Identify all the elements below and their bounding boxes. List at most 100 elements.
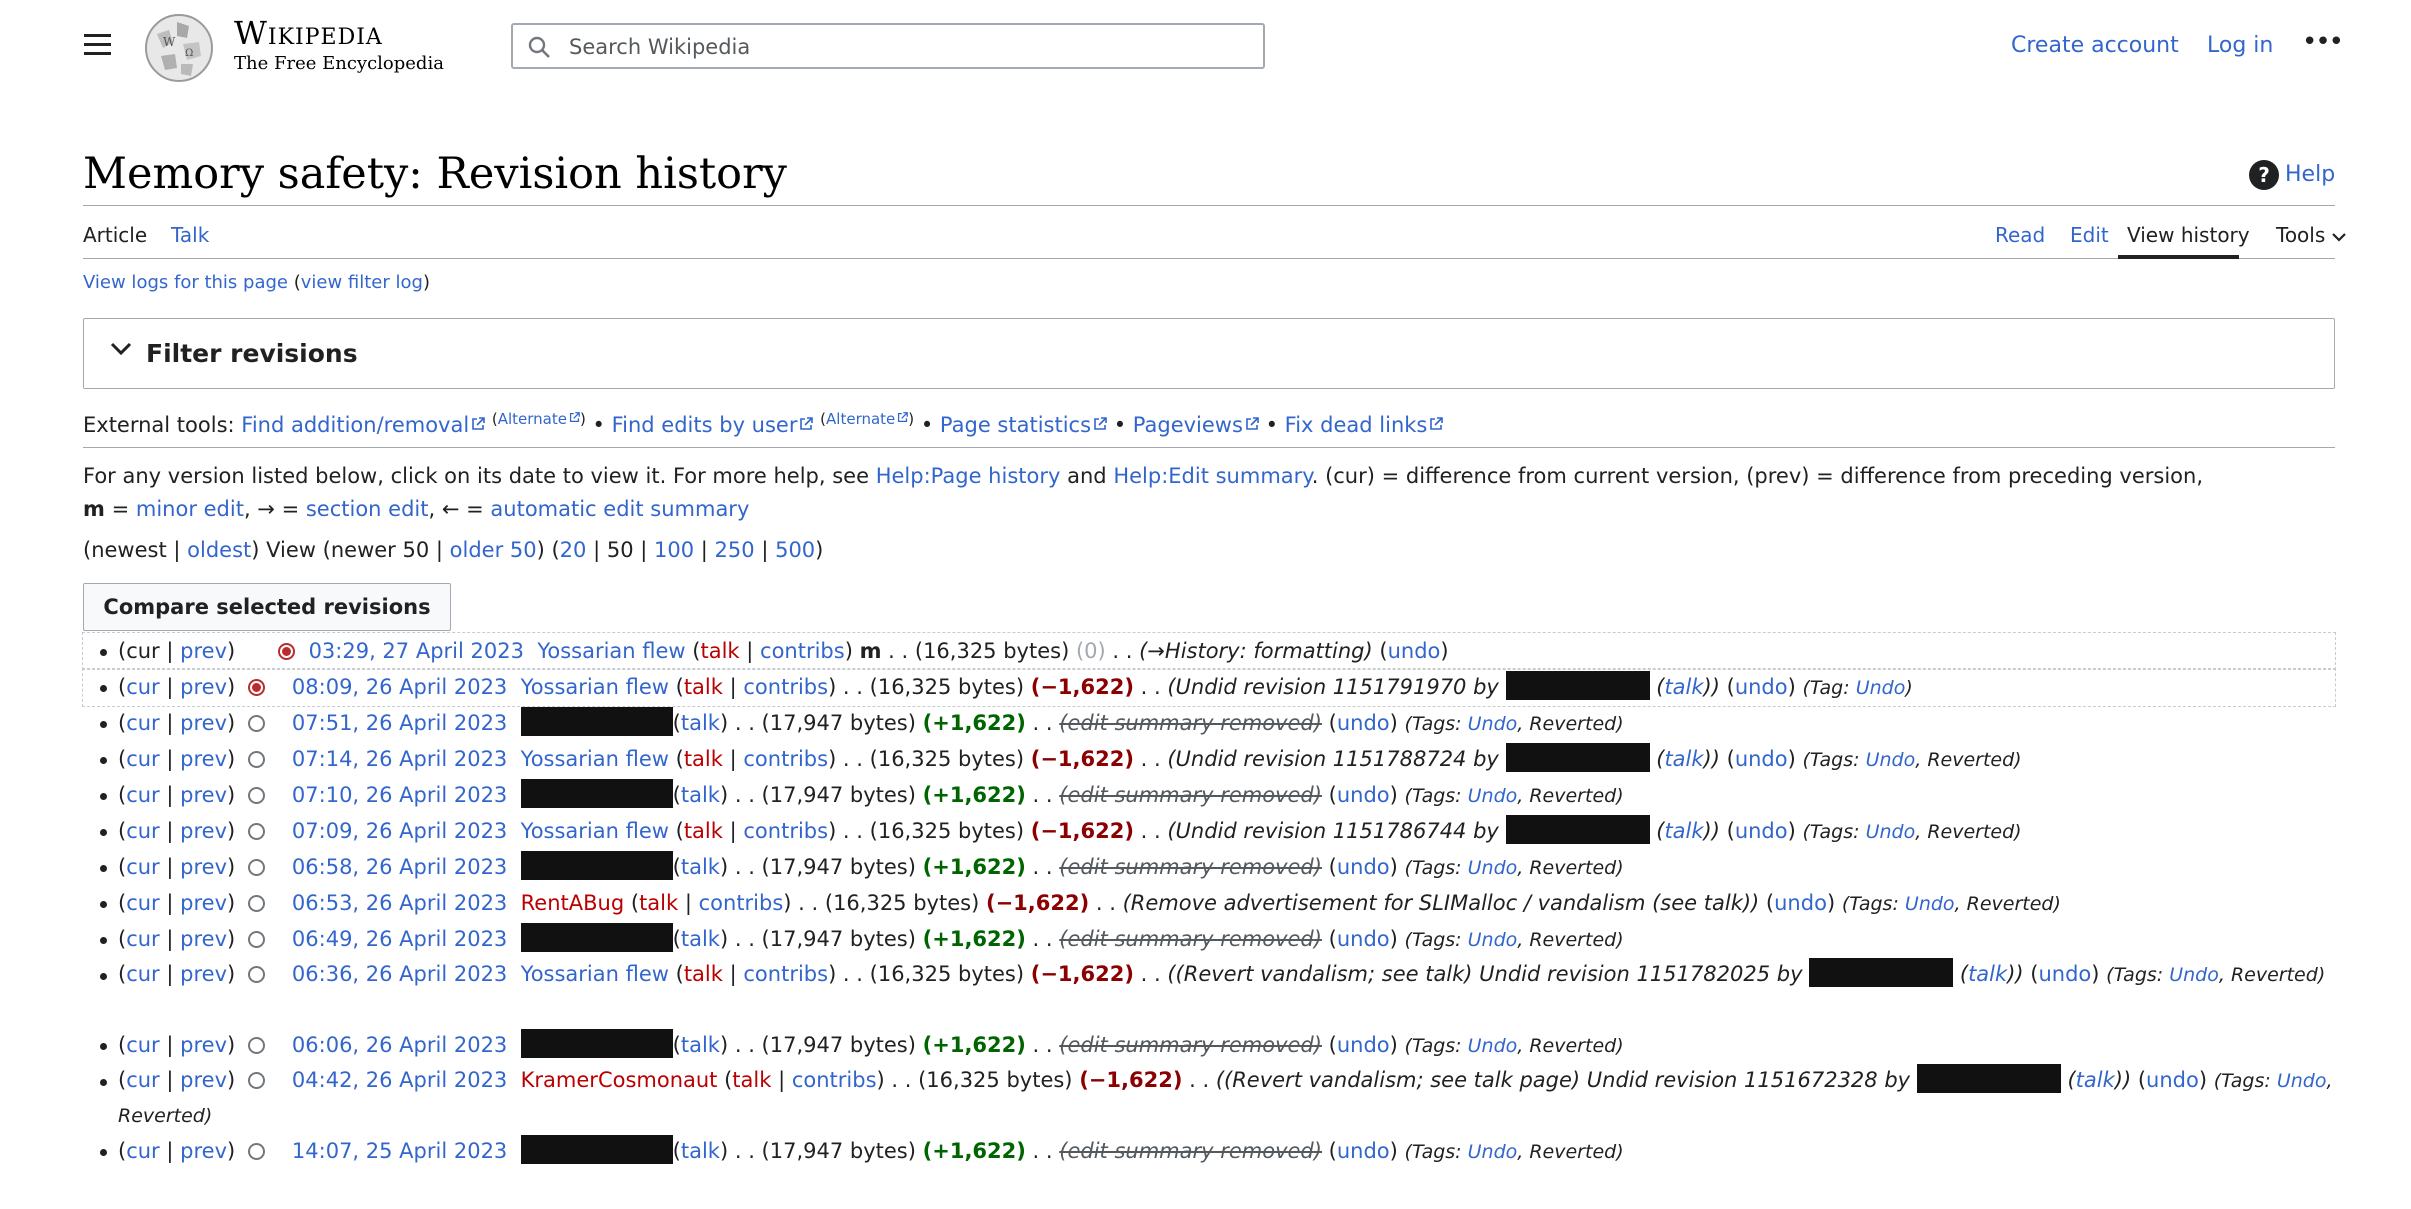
- old-revision-radio[interactable]: [247, 966, 265, 983]
- revision-date-link[interactable]: 06:36, 26 April 2023: [292, 962, 507, 986]
- old-revision-radio[interactable]: [247, 823, 265, 840]
- undo-link[interactable]: undo: [1337, 1033, 1390, 1057]
- compare-selected-revisions-button[interactable]: Compare selected revisions: [83, 583, 451, 631]
- prev-link[interactable]: prev: [180, 927, 227, 951]
- find-edits-alternate-link[interactable]: Alternate: [826, 410, 909, 428]
- prev-link[interactable]: prev: [180, 1033, 227, 1057]
- find-addition-removal-link[interactable]: Find addition/removal: [241, 413, 485, 437]
- prev-link[interactable]: prev: [180, 962, 227, 986]
- cur-link[interactable]: cur: [126, 711, 160, 735]
- tag-undo-link[interactable]: Undo: [1866, 749, 1916, 771]
- old-revision-radio[interactable]: [247, 715, 265, 732]
- redacted-user-talk-link[interactable]: talk: [1968, 962, 2007, 986]
- old-revision-radio[interactable]: [247, 1072, 265, 1089]
- tag-undo-link[interactable]: Undo: [1468, 1035, 1518, 1057]
- view-logs-link[interactable]: View logs for this page: [83, 272, 288, 293]
- user-talk-link[interactable]: talk: [684, 675, 723, 699]
- tag-undo-link[interactable]: Undo: [2277, 1070, 2327, 1092]
- old-revision-radio[interactable]: [247, 787, 265, 804]
- user-talk-link[interactable]: talk: [681, 783, 720, 807]
- user-contribs-link[interactable]: contribs: [743, 675, 828, 699]
- prev-link[interactable]: prev: [180, 783, 227, 807]
- undo-link[interactable]: undo: [1774, 891, 1827, 915]
- revision-user-link[interactable]: RentABug: [521, 891, 625, 915]
- create-account-link[interactable]: Create account: [2011, 33, 2179, 58]
- user-talk-link[interactable]: talk: [684, 819, 723, 843]
- prev-link[interactable]: prev: [180, 855, 227, 879]
- undo-link[interactable]: undo: [1735, 819, 1788, 843]
- new-revision-radio[interactable]: [277, 643, 295, 660]
- old-revision-radio[interactable]: [247, 895, 265, 912]
- user-talk-link[interactable]: talk: [681, 855, 720, 879]
- prev-link[interactable]: prev: [180, 891, 227, 915]
- revision-date-link[interactable]: 03:29, 27 April 2023: [309, 639, 524, 663]
- user-talk-link[interactable]: talk: [681, 1033, 720, 1057]
- revision-date-link[interactable]: 07:51, 26 April 2023: [292, 711, 507, 735]
- undo-link[interactable]: undo: [1735, 675, 1788, 699]
- find-edits-by-user-link[interactable]: Find edits by user: [612, 413, 814, 437]
- section-edit-link[interactable]: section edit: [306, 497, 429, 521]
- prev-link[interactable]: prev: [180, 711, 227, 735]
- limit-20-link[interactable]: 20: [560, 538, 587, 562]
- page-statistics-link[interactable]: Page statistics: [940, 413, 1107, 437]
- user-contribs-link[interactable]: contribs: [743, 747, 828, 771]
- user-talk-link[interactable]: talk: [732, 1068, 771, 1092]
- revision-date-link[interactable]: 07:14, 26 April 2023: [292, 747, 507, 771]
- tag-undo-link[interactable]: Undo: [1856, 677, 1906, 699]
- revision-date-link[interactable]: 08:09, 26 April 2023: [292, 675, 507, 699]
- minor-edit-link[interactable]: minor edit: [136, 497, 244, 521]
- revision-date-link[interactable]: 06:53, 26 April 2023: [292, 891, 507, 915]
- revision-date-link[interactable]: 14:07, 25 April 2023: [292, 1139, 507, 1163]
- tag-undo-link[interactable]: Undo: [1468, 857, 1518, 879]
- user-contribs-link[interactable]: contribs: [699, 891, 784, 915]
- tag-undo-link[interactable]: Undo: [1468, 1141, 1518, 1163]
- revision-user-link[interactable]: Yossarian flew: [521, 675, 669, 699]
- revision-user-link[interactable]: Yossarian flew: [537, 639, 685, 663]
- cur-link[interactable]: cur: [126, 1139, 160, 1163]
- revision-date-link[interactable]: 06:49, 26 April 2023: [292, 927, 507, 951]
- tab-article[interactable]: Article: [83, 222, 147, 248]
- revision-date-link[interactable]: 07:10, 26 April 2023: [292, 783, 507, 807]
- user-talk-link[interactable]: talk: [681, 1139, 720, 1163]
- undo-link[interactable]: undo: [1337, 711, 1390, 735]
- pageviews-link[interactable]: Pageviews: [1133, 413, 1259, 437]
- tag-undo-link[interactable]: Undo: [2169, 964, 2219, 986]
- tag-undo-link[interactable]: Undo: [1866, 821, 1916, 843]
- cur-link[interactable]: cur: [126, 962, 160, 986]
- revision-date-link[interactable]: 06:58, 26 April 2023: [292, 855, 507, 879]
- tab-edit[interactable]: Edit: [2070, 222, 2109, 248]
- undo-link[interactable]: undo: [1337, 927, 1390, 951]
- user-contribs-link[interactable]: contribs: [792, 1068, 877, 1092]
- tools-menu[interactable]: Tools: [2276, 222, 2346, 248]
- old-revision-radio[interactable]: [247, 1143, 265, 1160]
- main-menu-button[interactable]: [82, 30, 114, 60]
- prev-link[interactable]: prev: [180, 819, 227, 843]
- old-revision-radio[interactable]: [247, 1037, 265, 1054]
- undo-link[interactable]: undo: [1337, 783, 1390, 807]
- wikipedia-globe-logo[interactable]: W Ω: [143, 12, 215, 84]
- undo-link[interactable]: undo: [1735, 747, 1788, 771]
- user-talk-link[interactable]: talk: [681, 711, 720, 735]
- prev-link[interactable]: prev: [180, 639, 227, 663]
- revision-user-link[interactable]: Yossarian flew: [521, 819, 669, 843]
- prev-link[interactable]: prev: [180, 1068, 227, 1092]
- old-revision-radio[interactable]: [247, 679, 265, 696]
- help-page-history-link[interactable]: Help:Page history: [876, 464, 1061, 488]
- limit-100-link[interactable]: 100: [654, 538, 694, 562]
- revision-date-link[interactable]: 07:09, 26 April 2023: [292, 819, 507, 843]
- cur-link[interactable]: cur: [126, 783, 160, 807]
- prev-link[interactable]: prev: [180, 747, 227, 771]
- cur-link[interactable]: cur: [126, 1033, 160, 1057]
- automatic-edit-summary-link[interactable]: automatic edit summary: [490, 497, 749, 521]
- redacted-user-talk-link[interactable]: talk: [2076, 1068, 2115, 1092]
- prev-link[interactable]: prev: [180, 1139, 227, 1163]
- user-talk-link[interactable]: talk: [700, 639, 739, 663]
- undo-link[interactable]: undo: [1388, 639, 1441, 663]
- redacted-user-talk-link[interactable]: talk: [1664, 819, 1703, 843]
- undo-link[interactable]: undo: [2146, 1068, 2199, 1092]
- older-50-link[interactable]: older 50: [450, 538, 537, 562]
- tab-read[interactable]: Read: [1995, 222, 2045, 248]
- filter-revisions-panel[interactable]: Filter revisions: [83, 318, 2335, 389]
- wikipedia-wordmark[interactable]: Wikipedia The Free Encyclopedia: [234, 12, 444, 74]
- cur-link[interactable]: cur: [126, 855, 160, 879]
